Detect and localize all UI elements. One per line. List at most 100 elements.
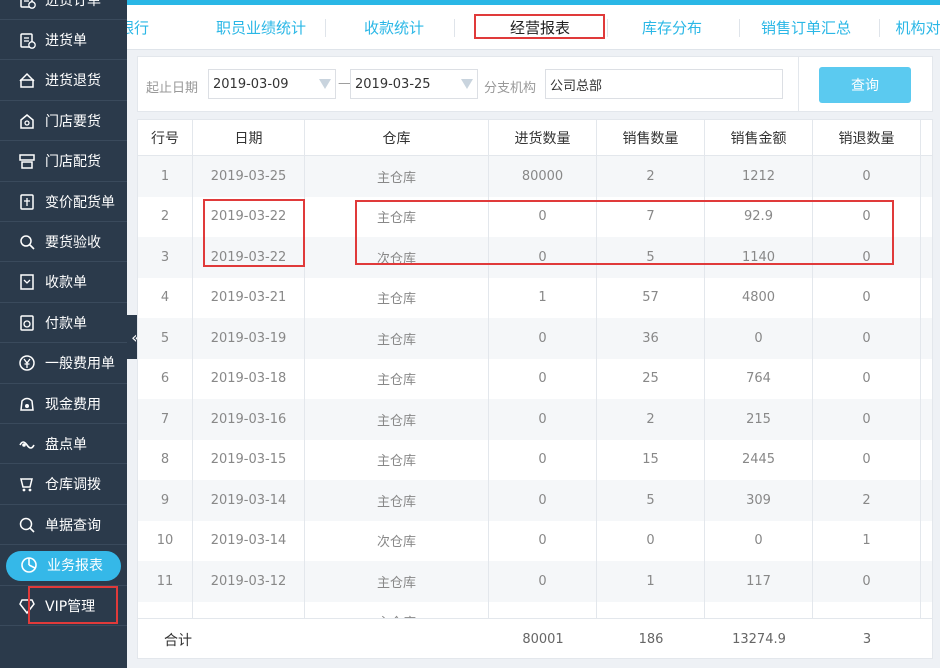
sidebar-item-label: 现金费用 — [45, 396, 101, 413]
table-cell: 15 — [597, 439, 705, 480]
sidebar-item[interactable]: 现金费用 — [0, 384, 127, 424]
table-body[interactable]: 1 2019-03-25 主仓库 80000 2 1212 0 2 2019-03-22 主仓库 0… — [138, 156, 932, 619]
dropdown-caret-icon — [319, 79, 331, 89]
sidebar-item-label: 单据查询 — [45, 517, 101, 534]
start-date-input[interactable]: 2019-03-09 — [208, 69, 336, 99]
table-row[interactable]: 5 2019-03-19 主仓库 0 36 0 0 — [138, 318, 932, 359]
column-header[interactable]: 进货数量 — [489, 120, 597, 156]
table-cell: 0 — [489, 480, 597, 521]
table-cell: 2019-03-25 — [193, 156, 305, 197]
totals-cell: 3 — [862, 632, 872, 647]
end-date-input[interactable]: 2019-03-25 — [350, 69, 478, 99]
sidebar-item[interactable]: 要货验收 — [0, 222, 127, 263]
table-cell: 2019-03-15 — [193, 439, 305, 480]
table-footer-totals: 合计 80001 186 13274.9 3 — [138, 618, 932, 658]
table-row[interactable]: 4 2019-03-21 主仓库 1 57 4800 0 — [138, 277, 932, 318]
branch-input[interactable]: 公司总部 — [545, 69, 783, 99]
table-row[interactable]: 8 2019-03-15 主仓库 0 15 2445 0 — [138, 439, 932, 480]
table-row[interactable]: 3 2019-03-22 次仓库 0 5 1140 0 — [138, 237, 932, 278]
table-cell: 3 — [138, 237, 193, 278]
sidebar-item-label: 业务报表 — [47, 558, 103, 575]
tab[interactable]: 销售订单汇总 — [742, 5, 870, 49]
column-header[interactable]: 日期 — [193, 120, 305, 156]
table-cell: 0 — [813, 358, 921, 399]
tab[interactable]: 经营报表 — [475, 5, 605, 49]
table-cell: 2019-03-22 — [193, 196, 305, 237]
sidebar-item[interactable]: 进货单 — [0, 20, 127, 61]
sidebar-item-label: 门店要货 — [45, 113, 101, 130]
table-row[interactable]: 9 2019-03-14 主仓库 0 5 309 2 — [138, 480, 932, 521]
table-cell: 0 — [705, 318, 813, 359]
sidebar-item[interactable]: 进货退货 — [0, 61, 127, 101]
table-cell: 4 — [138, 277, 193, 318]
branch-label: 分支机构 — [484, 81, 537, 96]
sidebar-item[interactable]: 业务报表 — [0, 546, 127, 586]
purchase-return-icon — [17, 70, 37, 90]
column-header[interactable]: 销退数量 — [813, 120, 921, 156]
table-cell: 8 — [138, 439, 193, 480]
table-cell — [813, 601, 921, 618]
table-cell: 2019-03-12 — [193, 561, 305, 602]
column-header[interactable]: 销售数量 — [597, 120, 705, 156]
sidebar-item[interactable]: 门店要货 — [0, 101, 127, 142]
price-change-icon — [17, 192, 37, 212]
sidebar-item[interactable]: VIP管理 — [0, 586, 127, 626]
sidebar-item[interactable]: 仓库调拨 — [0, 465, 127, 505]
tab[interactable]: 银行 — [127, 5, 151, 49]
row-filler — [921, 602, 932, 619]
totals-cell — [193, 619, 305, 658]
table-cell: 2019-03-14 — [193, 480, 305, 521]
table-cell: 1 — [597, 561, 705, 602]
tab[interactable]: 库存分布 — [617, 5, 727, 49]
table-cell: 11 — [138, 561, 193, 602]
sidebar-item[interactable]: 收款单 — [0, 263, 127, 303]
column-header[interactable]: 销售金额 — [705, 120, 813, 156]
table-cell: 主仓库 — [305, 480, 489, 521]
tab[interactable]: 职员业绩统计 — [197, 5, 325, 49]
table-row[interactable]: 主仓库 — [138, 601, 932, 619]
sidebar-item-label: VIP管理 — [45, 598, 96, 615]
table-row[interactable]: 11 2019-03-12 主仓库 0 1 117 0 — [138, 561, 932, 602]
sidebar-item[interactable]: 一般费用单 — [0, 344, 127, 384]
table-row[interactable]: 2 2019-03-22 主仓库 0 7 92.9 0 — [138, 196, 932, 238]
sidebar: 进货订单 进货单进货退货门店要货门店配货 变价配货单要货验收收款单 付款单 一般费用单现… — [0, 0, 127, 668]
inspection-icon — [17, 232, 37, 252]
tab[interactable]: 机构对 — [883, 5, 940, 49]
tab[interactable]: 收款统计 — [337, 5, 451, 49]
table-cell: 1 — [138, 156, 193, 197]
sidebar-item-label: 要货验收 — [45, 234, 101, 251]
totals-cell: 80001 — [522, 632, 564, 647]
table-cell: 0 — [813, 156, 921, 197]
sidebar-item[interactable]: 单据查询 — [0, 505, 127, 546]
table-cell: 主仓库 — [305, 318, 489, 359]
tab-separator — [454, 19, 455, 37]
table-cell: 9 — [138, 480, 193, 521]
table-cell: 1212 — [705, 156, 813, 197]
branch-value: 公司总部 — [550, 78, 603, 94]
sidebar-item-label: 进货退货 — [45, 73, 101, 90]
sidebar-item[interactable]: 门店配货 — [0, 142, 127, 182]
row-filler — [921, 197, 932, 238]
sidebar-item[interactable]: 变价配货单 — [0, 182, 127, 222]
column-header[interactable]: 行号 — [138, 120, 193, 156]
table-row[interactable]: 10 2019-03-14 次仓库 0 0 0 1 — [138, 520, 932, 562]
sidebar-item[interactable]: 盘点单 — [0, 424, 127, 465]
table-cell — [489, 601, 597, 618]
column-header[interactable]: 仓库 — [305, 120, 489, 156]
sidebar-item[interactable]: 付款单 — [0, 303, 127, 344]
query-button[interactable]: 查询 — [819, 67, 911, 103]
sidebar-item[interactable]: 进货订单 — [0, 0, 127, 20]
row-filler — [921, 318, 932, 359]
table-row[interactable]: 7 2019-03-16 主仓库 0 2 215 0 — [138, 399, 932, 440]
table-cell: 0 — [489, 439, 597, 480]
query-area: 查询 — [798, 57, 933, 111]
table-cell: 10 — [138, 520, 193, 561]
table-row[interactable]: 6 2019-03-18 主仓库 0 25 764 0 — [138, 358, 932, 399]
table-row[interactable]: 1 2019-03-25 主仓库 80000 2 1212 0 — [138, 156, 932, 197]
row-filler — [921, 521, 932, 562]
table-cell: 117 — [705, 561, 813, 602]
table-cell: 次仓库 — [305, 520, 489, 561]
table-cell — [138, 601, 193, 618]
table-cell: 215 — [705, 399, 813, 440]
table-cell: 92.9 — [705, 196, 813, 237]
